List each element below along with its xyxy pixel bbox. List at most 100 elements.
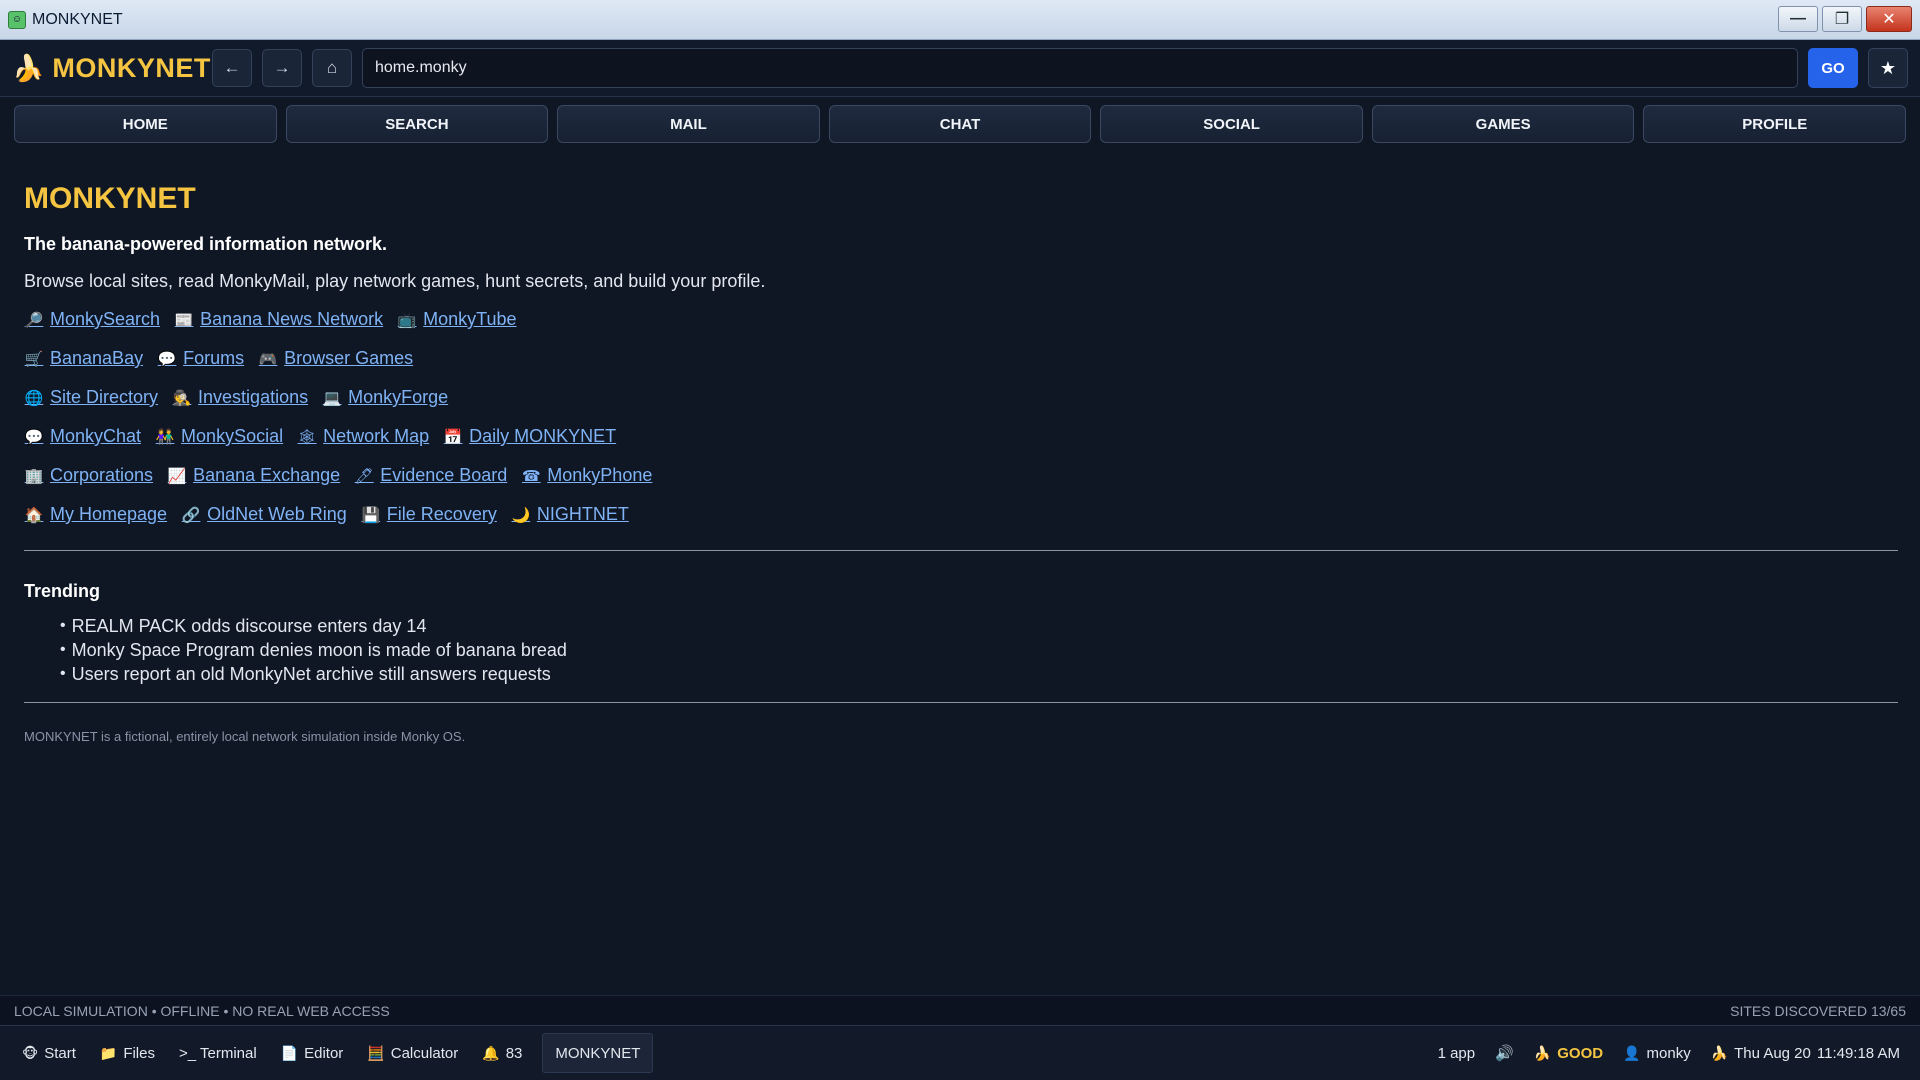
newspaper-icon: 📰 — [174, 311, 194, 329]
link-label: Forums — [183, 348, 245, 368]
sites-discovered: SITES DISCOVERED 13/65 — [1730, 1002, 1906, 1019]
time: 11:49:18 AM — [1816, 1044, 1900, 1062]
banana-icon: 🍌 — [12, 52, 45, 83]
tab-games[interactable]: GAMES — [1371, 105, 1635, 143]
disclaimer: MONKYNET is a fictional, entirely local … — [24, 729, 466, 744]
window-titlebar[interactable]: ☺ MONKYNET — ❐ ✕ — [0, 0, 1920, 40]
editor-label: Editor — [304, 1044, 344, 1062]
taskbar-window-monkynet[interactable]: MONKYNET — [542, 1033, 654, 1073]
restore-button[interactable]: ❐ — [1822, 6, 1862, 32]
terminal-launcher[interactable]: >_ Terminal — [167, 1026, 269, 1080]
link-label: MonkyTube — [423, 309, 517, 329]
link-monkysocial[interactable]: 👫 MonkySocial — [155, 426, 283, 447]
tagline: The banana-powered information network. — [24, 234, 388, 254]
go-button[interactable]: GO — [1808, 48, 1858, 88]
tab-home[interactable]: HOME — [14, 105, 277, 143]
link-nightnet[interactable]: 🌙 NIGHTNET — [511, 504, 629, 525]
clock[interactable]: 🍌 Thu Aug 20 11:49:18 AM — [1701, 1026, 1910, 1080]
editor-launcher[interactable]: 📄 Editor — [269, 1026, 356, 1080]
link-row: 🌐 Site Directory 🕵 Investigations 💻 MonkyForg… — [24, 378, 1898, 417]
close-button[interactable]: ✕ — [1866, 6, 1912, 32]
document-icon: 📄 — [280, 1044, 299, 1061]
forward-button[interactable]: → — [262, 49, 302, 87]
link-label: MonkySearch — [50, 309, 161, 329]
link-oldnet-web-ring[interactable]: 🔗 OldNet Web Ring — [181, 504, 347, 525]
calendar-icon: 📅 — [443, 428, 463, 446]
files-label: Files — [123, 1044, 155, 1062]
start-button[interactable]: 🐵 Start — [10, 1026, 88, 1080]
files-launcher[interactable]: 📁 Files — [88, 1026, 167, 1080]
notifications-button[interactable]: 🔔 83 — [470, 1026, 534, 1080]
volume-icon[interactable]: 🔊 — [1485, 1026, 1524, 1080]
link-bananabay[interactable]: 🛒 BananaBay — [24, 348, 143, 369]
tab-search[interactable]: SEARCH — [285, 105, 549, 143]
logo[interactable]: 🍌 MONKYNET — [12, 52, 210, 84]
link-forums[interactable]: 💬 Forums — [157, 348, 244, 369]
link-banana-news-network[interactable]: 📰 Banana News Network — [174, 309, 383, 330]
mood-indicator[interactable]: 🍌 GOOD — [1524, 1026, 1613, 1080]
description: Browse local sites, read MonkyMail, play… — [24, 271, 766, 291]
trending-list: REALM PACK odds discourse enters day 14 … — [60, 614, 1898, 686]
link-monkyphone[interactable]: ☎ MonkyPhone — [521, 465, 652, 486]
globe-icon: 🌐 — [24, 389, 44, 407]
tab-profile[interactable]: PROFILE — [1643, 105, 1907, 143]
window-controls: — ❐ ✕ — [1778, 6, 1912, 32]
notification-count: 83 — [505, 1044, 523, 1062]
banana-icon: 🍌 — [1533, 1044, 1552, 1061]
tab-social[interactable]: SOCIAL — [1100, 105, 1363, 143]
url-input[interactable] — [362, 48, 1798, 88]
link-label: Site Directory — [50, 387, 159, 407]
tab-mail[interactable]: MAIL — [557, 105, 820, 143]
link-monkychat[interactable]: 💬 MonkyChat — [24, 426, 141, 447]
link-row: 🏠 My Homepage 🔗 OldNet Web Ring 💾 File Recove… — [24, 495, 1898, 534]
minimize-button[interactable]: — — [1778, 6, 1818, 32]
link-my-homepage[interactable]: 🏠 My Homepage — [24, 504, 167, 525]
link-monkysearch[interactable]: 🔎 MonkySearch — [24, 309, 160, 330]
user-menu[interactable]: 👤 monky — [1613, 1026, 1701, 1080]
tab-chat[interactable]: CHAT — [828, 105, 1092, 143]
bookmark-star-icon[interactable]: ★ — [1868, 48, 1908, 88]
link-evidence-board[interactable]: 🖊 Evidence Board — [354, 465, 508, 486]
divider — [24, 550, 1898, 551]
link-banana-exchange[interactable]: 📈 Banana Exchange — [167, 465, 340, 486]
browser-toolbar: 🍌 MONKYNET ← → ⌂ GO ★ — [0, 40, 1920, 97]
home-button[interactable]: ⌂ — [312, 49, 352, 87]
link-label: Evidence Board — [380, 465, 508, 485]
calculator-launcher[interactable]: 🧮 Calculator — [355, 1026, 470, 1080]
link-monkyforge[interactable]: 💻 MonkyForge — [322, 387, 448, 408]
window-title: MONKYNET — [32, 10, 123, 28]
taskbar: 🐵 Start 📁 Files >_ Terminal 📄 Editor 🧮 C… — [0, 1025, 1920, 1080]
link-file-recovery[interactable]: 💾 File Recovery — [361, 504, 497, 525]
link-icon: 🔗 — [181, 506, 201, 524]
date: Thu Aug 20 — [1734, 1044, 1811, 1062]
list-item: Monky Space Program denies moon is made … — [60, 638, 1898, 662]
link-network-map[interactable]: 🕸 Network Map — [297, 426, 430, 447]
username: monky — [1646, 1044, 1691, 1062]
link-label: File Recovery — [386, 504, 497, 524]
link-monkytube[interactable]: 📺 MonkyTube — [397, 309, 517, 330]
start-label: Start — [44, 1044, 76, 1062]
gamepad-icon: 🎮 — [258, 350, 278, 368]
site-links: 🔎 MonkySearch 📰 Banana News Network 📺 MonkyTu… — [24, 300, 1898, 534]
cart-icon: 🛒 — [24, 350, 44, 368]
terminal-label: >_ Terminal — [178, 1044, 257, 1062]
chart-up-icon: 📈 — [167, 467, 187, 485]
page-title: MONKYNET — [24, 182, 196, 215]
back-button[interactable]: ← — [212, 49, 252, 87]
link-browser-games[interactable]: 🎮 Browser Games — [258, 348, 413, 369]
calculator-label: Calculator — [390, 1044, 459, 1062]
mood-status: GOOD — [1557, 1044, 1604, 1062]
site-nav: HOME SEARCH MAIL CHAT SOCIAL GAMES PROFI… — [0, 97, 1920, 152]
link-label: OldNet Web Ring — [207, 504, 347, 524]
link-investigations[interactable]: 🕵 Investigations — [172, 387, 308, 408]
link-corporations[interactable]: 🏢 Corporations — [24, 465, 153, 486]
link-label: BananaBay — [50, 348, 144, 368]
link-label: NIGHTNET — [536, 504, 629, 524]
bell-icon: 🔔 — [482, 1044, 500, 1061]
people-icon: 👫 — [155, 428, 175, 446]
link-site-directory[interactable]: 🌐 Site Directory — [24, 387, 158, 408]
list-item: Users report an old MonkyNet archive sti… — [60, 662, 1898, 686]
pin-icon: 🖊 — [354, 467, 374, 485]
link-daily-monkynet[interactable]: 📅 Daily MONKYNET — [443, 426, 616, 447]
divider — [24, 702, 1898, 703]
